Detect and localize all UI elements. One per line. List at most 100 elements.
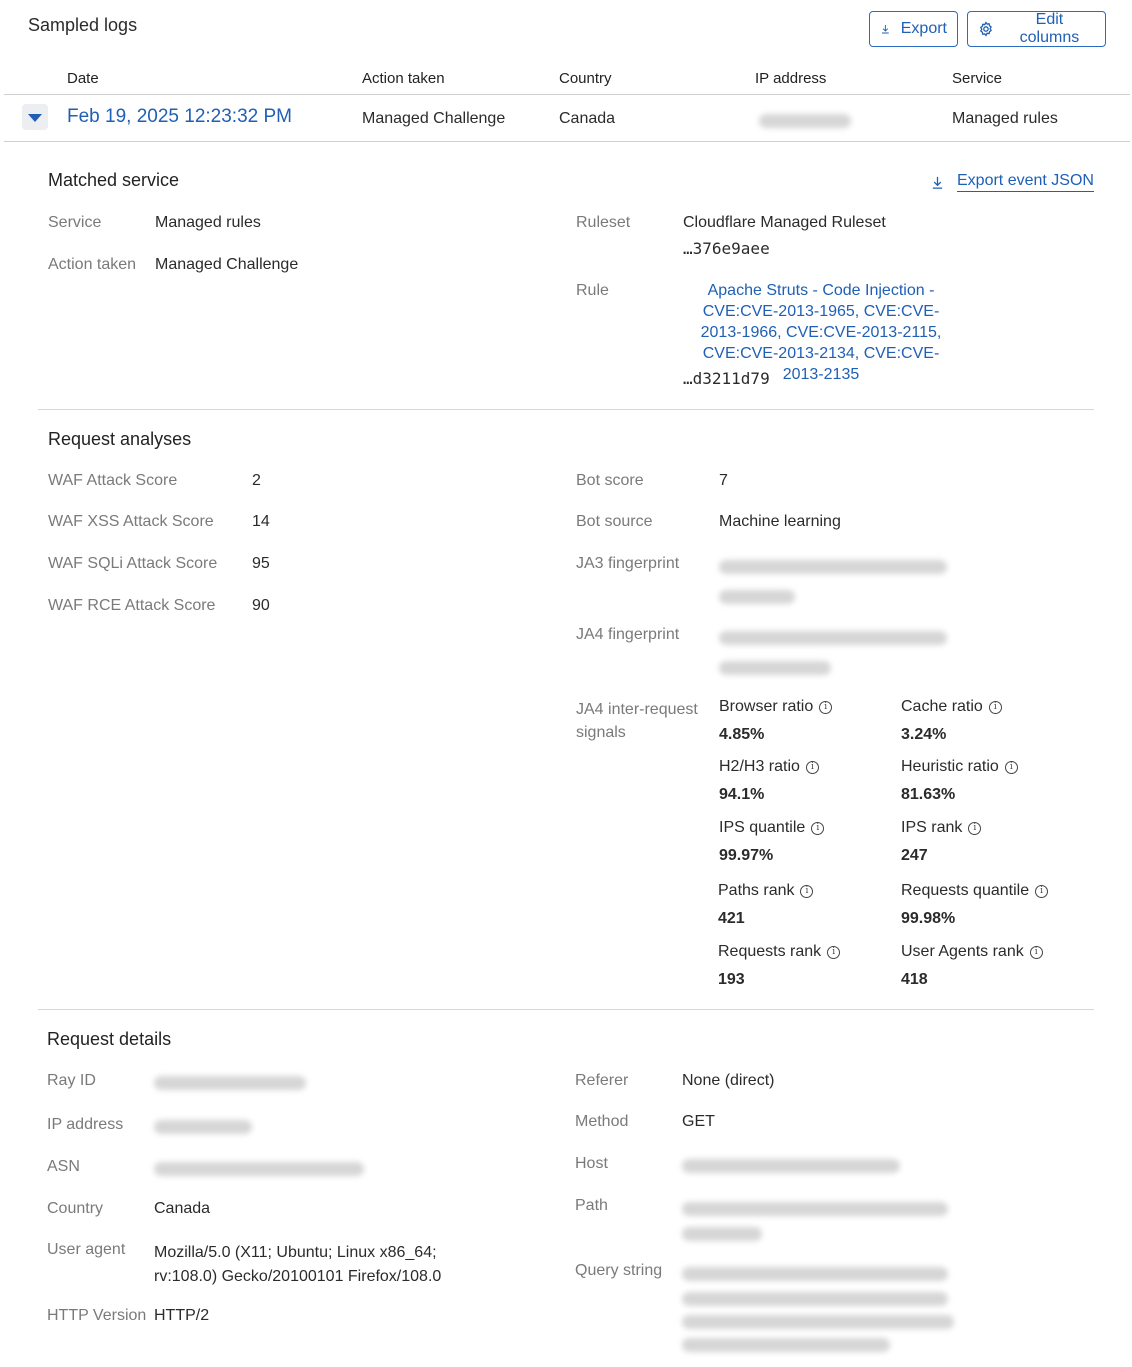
service-label: Service [48, 214, 102, 231]
signal-requests-rank-label: Requests rank i [718, 943, 841, 961]
row-country: Canada [559, 110, 616, 127]
signal-ips-quantile-label: IPS quantile i [719, 819, 825, 837]
section-divider [38, 1009, 1094, 1010]
waf-xss-score-label: WAF XSS Attack Score [48, 513, 214, 530]
export-button-label: Export [900, 20, 947, 37]
signal-heuristic-ratio-label: Heuristic ratio i [901, 758, 1018, 776]
waf-rce-score-value: 90 [252, 597, 270, 614]
path-label: Path [575, 1197, 608, 1214]
referer-label: Referer [575, 1072, 629, 1089]
page-title: Sampled logs [28, 15, 138, 35]
signal-ips-rank-label: IPS rank i [901, 819, 982, 837]
info-icon[interactable]: i [800, 884, 814, 898]
signal-label-text: Requests quantile [901, 882, 1030, 899]
info-icon[interactable]: i [1035, 884, 1049, 898]
signal-label-text: Paths rank [718, 882, 795, 899]
signal-cache-ratio-value: 3.24% [901, 726, 947, 743]
http-version-value: HTTP/2 [154, 1307, 210, 1324]
ja4-fingerprint-label: JA4 fingerprint [576, 626, 680, 643]
method-value: GET [682, 1113, 715, 1130]
info-icon[interactable]: i [988, 700, 1002, 714]
country-value: Canada [154, 1200, 211, 1217]
signal-label-text: IPS rank [901, 819, 963, 836]
table-row[interactable]: Feb 19, 2025 12:23:32 PM Managed Challen… [4, 95, 1130, 142]
service-value: Managed rules [155, 214, 261, 231]
http-version-label: HTTP Version [47, 1307, 147, 1324]
query-string-label: Query string [575, 1262, 663, 1279]
referer-value: None (direct) [682, 1072, 775, 1089]
download-icon [882, 24, 889, 34]
asn-label: ASN [47, 1158, 80, 1175]
signal-h2h3-ratio-value: 94.1% [719, 786, 765, 803]
ray-id-label: Ray ID [47, 1072, 96, 1089]
waf-xss-score-value: 14 [252, 513, 270, 530]
ruleset-value: Cloudflare Managed Ruleset [683, 214, 886, 231]
signal-label-text: User Agents rank [901, 943, 1024, 960]
ja3-fingerprint-redacted [719, 558, 947, 604]
waf-attack-score-label: WAF Attack Score [48, 472, 178, 489]
export-button[interactable]: Export [869, 11, 958, 47]
info-icon[interactable]: i [805, 760, 819, 774]
info-icon[interactable]: i [1029, 945, 1043, 959]
signal-label-text: Cache ratio [901, 698, 983, 715]
info-icon[interactable]: i [968, 821, 982, 835]
signal-ips-rank-value: 247 [901, 847, 928, 864]
signal-browser-ratio-value: 4.85% [719, 726, 765, 743]
info-icon[interactable]: i [827, 945, 841, 959]
signal-h2h3-ratio-label: H2/H3 ratio i [719, 758, 819, 776]
signal-paths-rank-value: 421 [718, 910, 745, 927]
waf-sqli-score-label: WAF SQLi Attack Score [48, 555, 218, 572]
waf-attack-score-value: 2 [252, 472, 261, 489]
request-analyses-title: Request analyses [48, 429, 192, 449]
signal-heuristic-ratio-value: 81.63% [901, 786, 956, 803]
info-icon[interactable]: i [819, 700, 833, 714]
row-ip-address-redacted [759, 112, 851, 130]
signal-cache-ratio-label: Cache ratio i [901, 698, 1002, 716]
column-header-date[interactable]: Date [67, 70, 99, 87]
info-icon[interactable]: i [811, 821, 825, 835]
matched-service-title: Matched service [48, 170, 180, 190]
path-redacted [682, 1200, 948, 1241]
signal-requests-quantile-label: Requests quantile i [901, 882, 1049, 900]
method-label: Method [575, 1113, 629, 1130]
ip-address-label: IP address [47, 1116, 124, 1133]
bot-score-value: 7 [719, 472, 728, 489]
column-header-ip[interactable]: IP address [755, 70, 826, 87]
collapse-row-button[interactable] [22, 104, 48, 130]
ruleset-id: …376e9aee [683, 239, 770, 258]
signal-user-agents-rank-value: 418 [901, 971, 928, 988]
action-taken-label: Action taken [48, 256, 137, 273]
bot-source-label: Bot source [576, 513, 653, 530]
download-icon [932, 176, 943, 189]
signal-label-text: IPS quantile [719, 819, 806, 836]
signal-requests-rank-value: 193 [718, 971, 745, 988]
bot-score-label: Bot score [576, 472, 644, 489]
bot-source-value: Machine learning [719, 513, 841, 530]
column-header-action[interactable]: Action taken [362, 70, 445, 87]
signal-ips-quantile-value: 99.97% [719, 847, 774, 864]
user-agent-value: Mozilla/5.0 (X11; Ubuntu; Linux x86_64; … [154, 1244, 442, 1285]
edit-columns-button[interactable]: Edit columns [967, 11, 1106, 47]
ruleset-label: Ruleset [576, 214, 631, 231]
waf-rce-score-label: WAF RCE Attack Score [48, 597, 216, 614]
row-date[interactable]: Feb 19, 2025 12:23:32 PM [67, 106, 292, 128]
ja4-signals-label: JA4 inter-request signals [576, 701, 698, 741]
signal-label-text: Requests rank [718, 943, 822, 960]
info-icon[interactable]: i [1004, 760, 1018, 774]
row-action: Managed Challenge [362, 110, 506, 127]
rule-label: Rule [576, 282, 609, 299]
ja4-fingerprint-redacted [719, 629, 947, 675]
asn-redacted [154, 1160, 364, 1178]
host-label: Host [575, 1155, 608, 1172]
host-redacted [682, 1157, 900, 1175]
ja3-fingerprint-label: JA3 fingerprint [576, 555, 680, 572]
column-header-service[interactable]: Service [952, 70, 1002, 87]
waf-sqli-score-value: 95 [252, 555, 270, 572]
table-header: Date Action taken Country IP address Ser… [4, 62, 1130, 95]
signal-browser-ratio-label: Browser ratio i [719, 698, 833, 716]
column-header-country[interactable]: Country [559, 70, 612, 87]
country-label: Country [47, 1200, 104, 1217]
section-divider [38, 409, 1094, 410]
export-event-json-link[interactable]: Export event JSON [930, 172, 1094, 192]
user-agent-label: User agent [47, 1241, 126, 1258]
